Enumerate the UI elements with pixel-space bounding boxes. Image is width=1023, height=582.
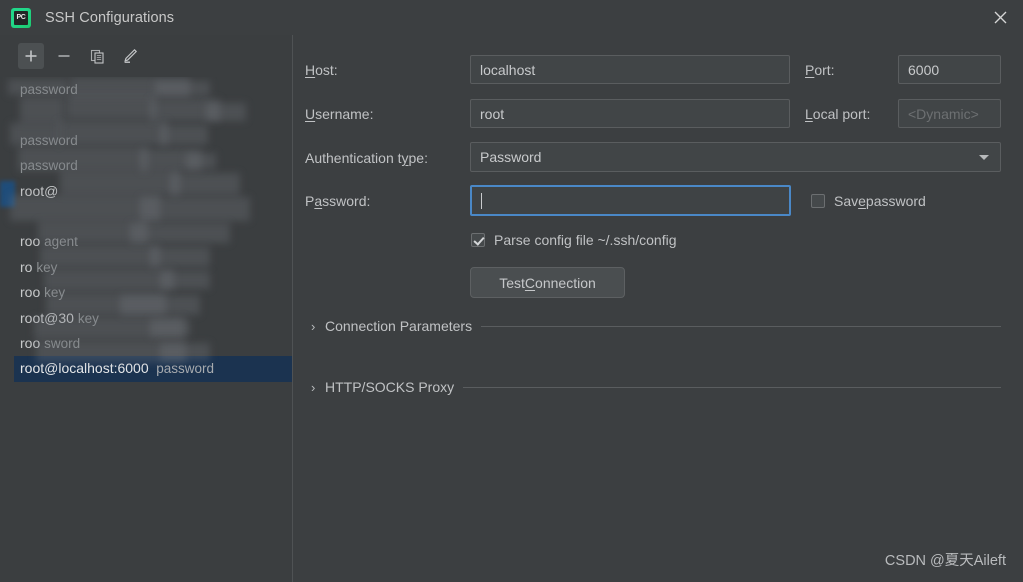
test-connection-button[interactable]: Test Connection	[470, 267, 625, 298]
list-toolbar	[0, 35, 292, 77]
add-configuration-button[interactable]	[18, 43, 44, 69]
list-item[interactable]	[14, 204, 292, 229]
username-label-rest: sername:	[315, 106, 374, 122]
text-caret	[481, 192, 482, 209]
list-item-selected[interactable]: root@localhost:6000 password	[14, 356, 292, 382]
watermark: CSDN @夏天Aileft	[884, 553, 1006, 569]
list-item-name: roo	[20, 334, 41, 351]
local-port-placeholder: <Dynamic>	[908, 105, 979, 122]
authentication-type-label: Authentication type:	[305, 150, 428, 166]
remove-configuration-button[interactable]	[51, 43, 77, 69]
auth-label-b: pe:	[408, 150, 428, 166]
host-label: Host:	[305, 62, 338, 78]
username-label: Username:	[305, 106, 374, 122]
list-item-auth: password	[20, 132, 78, 148]
configuration-form: Host: localhost Port: 6000 Username: roo…	[293, 35, 1023, 582]
local-port-input[interactable]: <Dynamic>	[898, 99, 1001, 128]
list-item[interactable]: ro key	[14, 255, 292, 280]
username-input[interactable]: root	[470, 99, 790, 128]
save-password-label-a: Sav	[834, 193, 859, 209]
list-item-auth: password	[20, 82, 78, 97]
test-connection-label-b: onnection	[535, 274, 596, 291]
connection-parameters-label: Connection Parameters	[325, 318, 473, 334]
port-value: 6000	[908, 61, 940, 78]
list-item-name: ro	[20, 258, 33, 275]
parse-config-checkbox[interactable]: Parse config file ~/.ssh/config	[471, 232, 677, 248]
password-label: Password:	[305, 193, 371, 209]
chevron-right-icon: ›	[311, 318, 316, 334]
http-socks-proxy-section[interactable]: › HTTP/SOCKS Proxy	[311, 379, 1001, 395]
port-input[interactable]: 6000	[898, 55, 1001, 84]
list-item-name: root@30	[20, 309, 74, 326]
list-item-auth: sword	[44, 335, 81, 351]
list-item-name: root@localhost:6000	[20, 360, 149, 377]
list-item[interactable]	[14, 102, 292, 127]
chevron-right-icon: ›	[311, 379, 316, 395]
title-bar: PC SSH Configurations	[0, 0, 1023, 36]
list-item[interactable]: password	[14, 77, 292, 102]
checkbox-box-checked	[471, 233, 485, 247]
list-item[interactable]: roo agent	[14, 229, 292, 254]
list-item[interactable]: password	[14, 153, 292, 178]
list-item-auth: key	[44, 285, 66, 301]
authentication-type-select[interactable]: Password	[470, 142, 1001, 172]
edit-configuration-button[interactable]	[117, 43, 143, 69]
list-item[interactable]: root@	[14, 179, 292, 204]
section-divider	[481, 325, 1001, 327]
parse-config-label: Parse config file ~/.ssh/config	[494, 232, 677, 248]
list-item-name: roo	[20, 233, 41, 250]
port-label-rest: ort:	[814, 62, 835, 78]
password-label-b: ssword:	[322, 193, 371, 209]
local-port-label-rest: ocal port:	[812, 106, 871, 122]
list-item[interactable]: roo key	[14, 280, 292, 305]
authentication-type-value: Password	[480, 149, 542, 165]
copy-configuration-button[interactable]	[84, 43, 110, 69]
host-input[interactable]: localhost	[470, 55, 790, 84]
chevron-down-icon	[979, 155, 989, 160]
ssh-configurations-dialog: PC SSH Configurations password password …	[0, 0, 1023, 582]
window-title: SSH Configurations	[45, 9, 175, 26]
connection-parameters-section[interactable]: › Connection Parameters	[311, 318, 1001, 334]
pycharm-icon: PC	[11, 7, 31, 28]
auth-label-a: Authentication t	[305, 150, 402, 166]
checkbox-box	[811, 194, 825, 208]
list-item-auth: key	[36, 259, 58, 275]
list-item-auth: password	[20, 158, 78, 174]
list-item-auth: key	[77, 310, 99, 326]
list-item[interactable]: password	[14, 128, 292, 153]
password-label-a: P	[305, 193, 315, 209]
section-divider	[463, 386, 1001, 388]
password-input[interactable]	[470, 185, 791, 216]
list-item-auth: password	[156, 361, 215, 377]
http-socks-proxy-label: HTTP/SOCKS Proxy	[325, 379, 455, 395]
close-icon[interactable]	[978, 0, 1023, 34]
list-item-name: root@	[20, 182, 59, 199]
configurations-list[interactable]: password password password root@ roo age…	[14, 77, 292, 422]
configurations-list-panel: password password password root@ roo age…	[0, 35, 292, 582]
port-label: Port:	[805, 62, 835, 78]
test-connection-label-a: Test	[499, 274, 525, 291]
list-item-auth: agent	[44, 234, 78, 250]
local-port-label: Local port:	[805, 106, 871, 122]
username-value: root	[480, 105, 505, 122]
list-item[interactable]: roo sword	[14, 331, 292, 356]
list-item-name: roo	[20, 284, 41, 301]
save-password-label-b: password	[865, 193, 926, 209]
host-label-rest: ost:	[315, 62, 338, 78]
list-item[interactable]: root@30 key	[14, 306, 292, 331]
host-value: localhost	[480, 61, 536, 78]
save-password-checkbox[interactable]: Sav e password	[811, 193, 926, 209]
